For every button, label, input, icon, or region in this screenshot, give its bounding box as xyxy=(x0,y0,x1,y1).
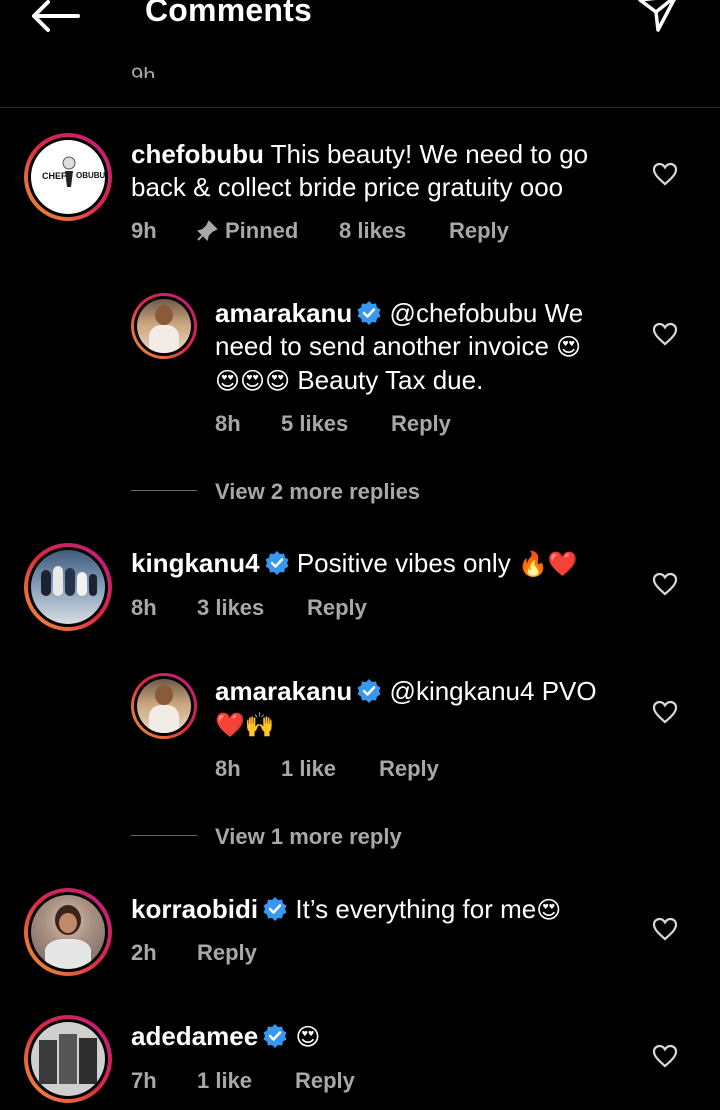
reply-text: amarakanu @chefobubu We need to send ano… xyxy=(215,298,584,395)
comment-username[interactable]: kingkanu4 xyxy=(131,548,260,578)
send-icon[interactable] xyxy=(632,0,682,34)
heart-icon[interactable] xyxy=(652,917,678,941)
reply-time: 8h xyxy=(215,411,241,436)
comment-text: korraobidi It’s everything for me😍 xyxy=(131,894,562,924)
reply-button[interactable]: Reply xyxy=(295,1068,355,1094)
comment-meta: 9h xyxy=(131,218,157,244)
verified-badge-icon xyxy=(357,301,381,325)
comment-text: kingkanu4 Positive vibes only 🔥❤️ xyxy=(131,548,578,578)
reply-button[interactable]: Reply xyxy=(379,756,439,782)
likes-count[interactable]: 8 likes xyxy=(339,218,406,244)
pinned-label: Pinned xyxy=(225,218,299,243)
likes-count[interactable]: 1 like xyxy=(281,756,336,782)
reply-button[interactable]: Reply xyxy=(449,218,509,244)
back-arrow-icon[interactable] xyxy=(30,0,82,34)
divider xyxy=(0,107,720,108)
view-more-replies-button[interactable]: View 2 more replies xyxy=(215,479,420,505)
previous-comment-time: 9h xyxy=(131,63,156,78)
verified-badge-icon xyxy=(263,1024,287,1048)
chef-hat-icon xyxy=(62,156,76,187)
comment-time: 2h xyxy=(131,940,157,965)
heart-icon[interactable] xyxy=(652,572,678,596)
view-more-replies-button[interactable]: View 1 more reply xyxy=(215,824,402,850)
pin-icon xyxy=(197,220,218,241)
avatar[interactable] xyxy=(131,293,197,359)
avatar[interactable] xyxy=(131,673,197,739)
reply-button[interactable]: Reply xyxy=(197,940,257,966)
view-replies-line xyxy=(131,835,197,836)
heart-icon[interactable] xyxy=(652,700,678,724)
reply-button[interactable]: Reply xyxy=(307,595,367,621)
comment-time: 8h xyxy=(131,595,157,620)
reply-username[interactable]: amarakanu xyxy=(215,298,352,328)
reply-button[interactable]: Reply xyxy=(391,411,451,437)
comment-time: 9h xyxy=(131,218,157,243)
avatar[interactable] xyxy=(24,1015,112,1103)
comment-text: adedamee 😍 xyxy=(131,1021,321,1051)
likes-count[interactable]: 5 likes xyxy=(281,411,348,437)
reply-username[interactable]: amarakanu xyxy=(215,676,352,706)
mention-link[interactable]: @chefobubu xyxy=(390,298,538,328)
verified-badge-icon xyxy=(357,679,381,703)
comment-username[interactable]: adedamee xyxy=(131,1021,258,1051)
verified-badge-icon xyxy=(263,897,287,921)
verified-badge-icon xyxy=(265,551,289,575)
likes-count[interactable]: 3 likes xyxy=(197,595,264,621)
heart-icon[interactable] xyxy=(652,1044,678,1068)
comment-username[interactable]: chefobubu xyxy=(131,139,264,169)
comment-username[interactable]: korraobidi xyxy=(131,894,258,924)
comment-time: 7h xyxy=(131,1068,157,1093)
reply-time: 8h xyxy=(215,756,241,781)
reply-text: amarakanu @kingkanu4 PVO ❤️🙌 xyxy=(215,676,597,739)
comment-text: chefobubu This beauty! We need to go bac… xyxy=(131,139,589,202)
heart-icon[interactable] xyxy=(652,322,678,346)
page-title: Comments xyxy=(145,0,312,28)
heart-icon[interactable] xyxy=(652,162,678,186)
likes-count[interactable]: 1 like xyxy=(197,1068,252,1094)
avatar[interactable]: CHEF OBUBU xyxy=(24,133,112,221)
avatar[interactable] xyxy=(24,543,112,631)
mention-link[interactable]: @kingkanu4 xyxy=(390,676,535,706)
avatar[interactable] xyxy=(24,888,112,976)
view-replies-line xyxy=(131,490,197,491)
